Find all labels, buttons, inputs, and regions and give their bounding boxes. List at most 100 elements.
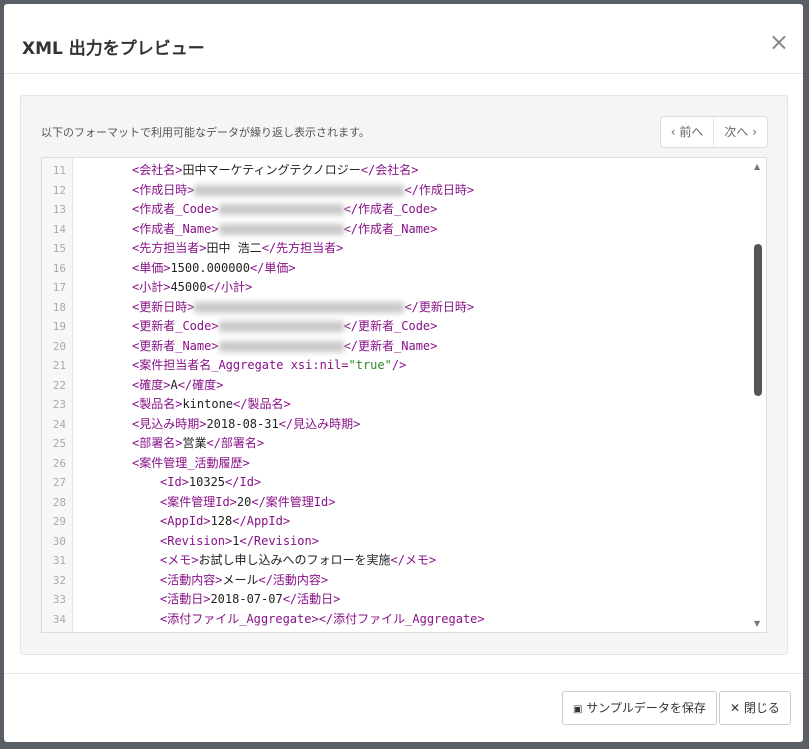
line-number: 15 <box>52 242 66 255</box>
line-number: 22 <box>52 378 66 392</box>
line-number: 11 <box>52 164 66 177</box>
description: 以下のフォーマットで利用可能なデータが繰り返し表示されます。 <box>41 126 370 139</box>
line-number: 30 <box>52 534 66 548</box>
code-lines: 11 <会社名>田中マーケティングテクノロジー</会社名> 12 <作成日時> </作成… <box>42 161 750 629</box>
code-text: <更新者_Code> </更新者_Code> <box>132 317 437 337</box>
code-text: <更新日時> </更新日時> <box>132 298 474 318</box>
xml-open-tag: <AppId> <box>160 514 211 528</box>
code-text: <添付ファイル_Aggregate></添付ファイル_Aggregate> <box>160 610 485 630</box>
pager: ‹ 前へ 次へ › <box>659 116 768 148</box>
code-text: <作成者_Name> </作成者_Name> <box>132 220 437 240</box>
code-line: 24 <見込み時期>2018-08-31</見込み時期> <box>42 415 750 435</box>
xml-open-tag: <活動内容> <box>160 572 223 587</box>
code-text: <Revision>1</Revision> <box>160 532 319 552</box>
close-icon[interactable]: × <box>769 28 789 56</box>
dialog-title: XML 出力をプレビュー <box>22 39 205 59</box>
xml-value: 10325 <box>188 475 226 489</box>
code-line: 21 <案件担当者名_Aggregate xsi:nil="true"/> <box>42 356 750 376</box>
xml-close-tag: </会社名> <box>360 163 419 177</box>
code-line: 13 <作成者_Code> </作成者_Code> <box>42 200 750 220</box>
line-number: 29 <box>52 515 66 528</box>
code-text: <活動日>2018-07-07</活動日> <box>160 590 340 610</box>
save-sample-data-button[interactable]: ▣ サンプルデータを保存 <box>562 691 717 725</box>
code-line: 19 <更新者_Code> </更新者_Code> <box>42 317 750 337</box>
xml-close-tag: </AppId> <box>232 514 291 528</box>
code-line: 32 <活動内容>メール</活動内容> <box>42 571 750 591</box>
prev-button[interactable]: ‹ 前へ <box>661 117 714 147</box>
xml-open-tag: <Id> <box>160 475 189 489</box>
code-line: 28 <案件管理Id>20</案件管理Id> <box>42 493 750 513</box>
xml-open-tag: <メモ> <box>160 553 199 567</box>
xml-value: kintone <box>182 397 234 411</box>
line-number: 27 <box>52 476 66 489</box>
code-text: <確度>A</確度> <box>132 376 223 396</box>
code-text: <部署名>営業</部署名> <box>132 434 264 454</box>
xml-open-tag: <添付ファイル_Aggregate> <box>160 611 319 626</box>
xml-close-tag: </メモ> <box>390 553 437 567</box>
close-button[interactable]: ✕ 閉じる <box>719 691 791 725</box>
code-text: <作成日時> </作成日時> <box>132 181 474 201</box>
xml-open-tag: <確度> <box>132 377 171 392</box>
line-number: 17 <box>52 281 66 294</box>
xml-close-tag: </更新日時> <box>404 299 475 314</box>
xml-preview-dialog: XML 出力をプレビュー × 以下のフォーマットで利用可能なデータが繰り返し表示… <box>4 4 803 742</box>
xml-open-tag: <製品名> <box>132 397 183 411</box>
code-line: 15 <先方担当者>田中 浩二</先方担当者> <box>42 239 750 259</box>
xml-value: 2018-08-31 <box>206 416 279 431</box>
xml-close-tag: </単価> <box>249 260 296 275</box>
code-text: <先方担当者>田中 浩二</先方担当者> <box>132 239 343 259</box>
xml-close-tag: </先方担当者> <box>261 241 344 255</box>
xml-open-tag: <更新者_Code> <box>132 319 219 333</box>
line-number: 18 <box>52 300 66 314</box>
scroll-down-icon[interactable]: ▼ <box>754 619 760 628</box>
xml-value: 2018-07-07 <box>210 592 283 606</box>
code-text: <見込み時期>2018-08-31</見込み時期> <box>132 415 360 435</box>
xml-close-tag: </活動日> <box>282 592 341 606</box>
xml-close-tag: </作成者_Name> <box>343 221 438 236</box>
code-line: 26 <案件管理_活動履歴> <box>42 454 750 474</box>
code-line: 34 <添付ファイル_Aggregate></添付ファイル_Aggregate> <box>42 610 750 630</box>
divider <box>4 673 803 674</box>
line-number: 32 <box>52 573 66 587</box>
next-button[interactable]: 次へ › <box>713 117 767 147</box>
code-text: <メモ>お試し申し込みへのフォローを実施</メモ> <box>160 551 436 571</box>
save-icon: ▣ <box>573 704 583 715</box>
code-line: 33 <活動日>2018-07-07</活動日> <box>42 590 750 610</box>
code-line: 25 <部署名>営業</部署名> <box>42 434 750 454</box>
scrollbar[interactable]: ▲ ▼ <box>750 158 766 632</box>
line-number: 20 <box>52 339 66 353</box>
redacted-value <box>194 301 405 313</box>
line-number: 28 <box>52 495 66 509</box>
xml-close-tag: </小計> <box>206 280 253 294</box>
redacted-value <box>218 223 344 235</box>
line-number: 19 <box>52 320 66 333</box>
xml-close-tag: </添付ファイル_Aggregate> <box>318 611 485 626</box>
xml-value: 128 <box>210 514 233 528</box>
redacted-value <box>218 340 344 352</box>
code-line: 12 <作成日時> </作成日時> <box>42 181 750 201</box>
code-line: 23 <製品名>kintone</製品名> <box>42 395 750 415</box>
save-label: サンプルデータを保存 <box>586 701 706 715</box>
scroll-up-icon[interactable]: ▲ <box>754 162 760 171</box>
xml-close-tag: </確度> <box>177 377 224 392</box>
line-number: 14 <box>52 222 66 236</box>
line-number: 31 <box>52 554 66 567</box>
xml-value: 営業 <box>182 436 207 450</box>
code-text: <小計>45000</小計> <box>132 278 252 298</box>
redacted-value <box>218 204 344 215</box>
code-line: 14 <作成者_Name> </作成者_Name> <box>42 220 750 240</box>
code-text: <案件管理Id>20</案件管理Id> <box>160 493 335 513</box>
scrollbar-thumb[interactable] <box>754 244 762 396</box>
line-number: 23 <box>52 398 66 411</box>
xml-value: 1500.000000 <box>170 260 250 275</box>
divider <box>4 73 803 74</box>
code-line: 20 <更新者_Name> </更新者_Name> <box>42 337 750 357</box>
code-text: <案件担当者名_Aggregate xsi:nil="true"/> <box>132 356 406 376</box>
xml-open-tag: <見込み時期> <box>132 416 207 431</box>
code-line: 18 <更新日時> </更新日時> <box>42 298 750 318</box>
code-text: <Id>10325</Id> <box>160 473 261 493</box>
xml-code-viewer[interactable]: 11 <会社名>田中マーケティングテクノロジー</会社名> 12 <作成日時> </作成… <box>41 157 767 633</box>
code-text: <単価>1500.000000</単価> <box>132 259 296 279</box>
xml-value: A <box>170 377 178 392</box>
xml-open-tag: <作成者_Code> <box>132 202 219 216</box>
